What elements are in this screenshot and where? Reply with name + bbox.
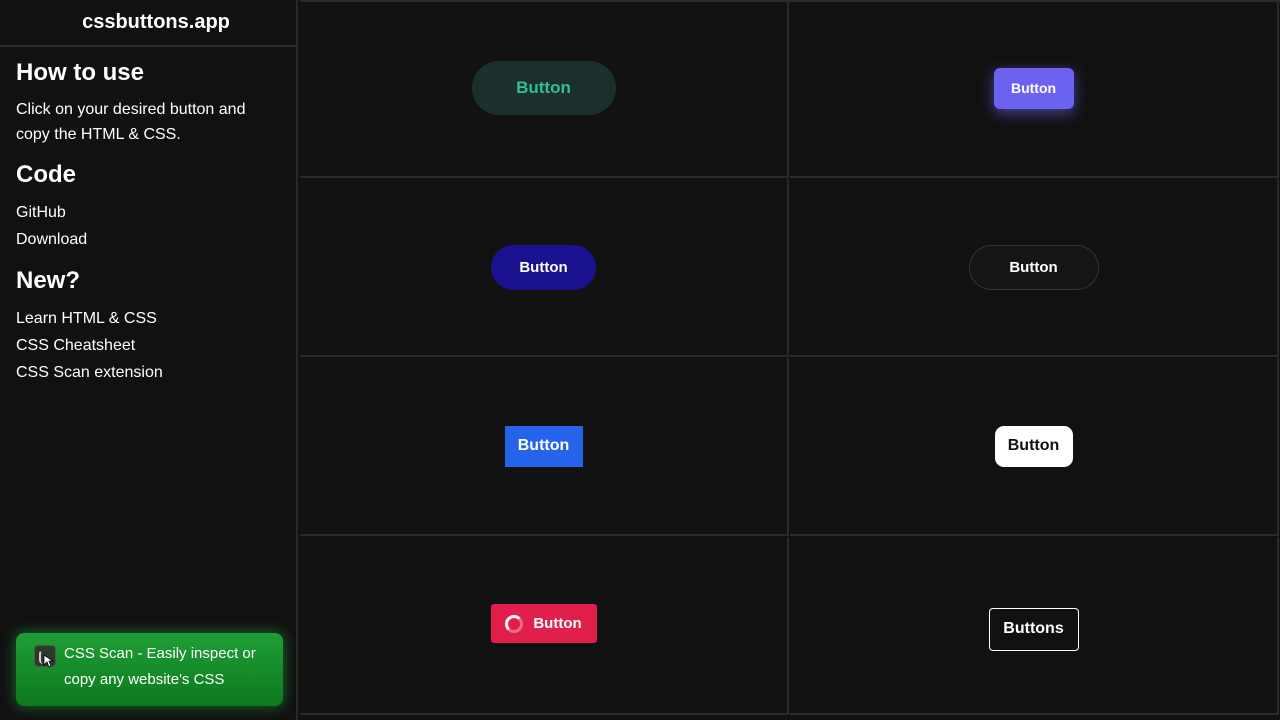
demo-button-4[interactable]: Button <box>968 244 1099 290</box>
download-link[interactable]: Download <box>16 226 280 253</box>
demo-button-2[interactable]: Button <box>993 67 1074 109</box>
demo-button-1[interactable]: Button <box>471 60 616 115</box>
sidebar: cssbuttons.app How to use Click on your … <box>0 0 298 720</box>
button-cell-2[interactable]: Button <box>790 0 1279 178</box>
demo-button-8[interactable]: Buttons <box>988 607 1079 651</box>
button-cell-3[interactable]: Button <box>300 179 789 357</box>
button-grid: Button Button Button Button Button Butto… <box>300 0 1280 720</box>
demo-button-7[interactable]: Button <box>490 604 597 643</box>
css-scan-promo-button[interactable]: CSS Scan - Easily inspect or copy any we… <box>16 633 283 706</box>
learn-html-css-link[interactable]: Learn HTML & CSS <box>16 305 280 332</box>
demo-button-7-label: Button <box>533 615 582 632</box>
promo-text: CSS Scan - Easily inspect or copy any we… <box>64 645 256 688</box>
css-scan-icon <box>34 645 56 668</box>
button-cell-5[interactable]: Button <box>300 358 789 536</box>
spinner-icon <box>505 614 524 633</box>
demo-button-3[interactable]: Button <box>491 244 596 290</box>
sidebar-content: How to use Click on your desired button … <box>0 47 296 386</box>
code-links: GitHub Download <box>16 199 280 253</box>
code-heading: Code <box>16 161 76 188</box>
app-window: cssbuttons.app How to use Click on your … <box>0 0 1280 720</box>
demo-button-6[interactable]: Button <box>994 425 1073 467</box>
button-cell-1[interactable]: Button <box>300 0 789 178</box>
cursor-icon <box>43 654 55 668</box>
new-heading: New? <box>16 267 81 294</box>
button-cell-4[interactable]: Button <box>790 179 1279 357</box>
demo-button-5[interactable]: Button <box>504 425 583 467</box>
button-cell-6[interactable]: Button <box>790 358 1279 536</box>
button-cell-8[interactable]: Buttons <box>790 537 1279 715</box>
how-to-use-text: Click on your desired button and copy th… <box>16 101 246 143</box>
css-scan-extension-link[interactable]: CSS Scan extension <box>16 359 280 386</box>
button-cell-7[interactable]: Button <box>300 537 789 715</box>
new-links: Learn HTML & CSS CSS Cheatsheet CSS Scan… <box>16 305 280 386</box>
github-link[interactable]: GitHub <box>16 199 280 226</box>
css-cheatsheet-link[interactable]: CSS Cheatsheet <box>16 332 280 359</box>
site-title[interactable]: cssbuttons.app <box>0 0 296 47</box>
how-to-use-heading: How to use <box>16 59 145 86</box>
